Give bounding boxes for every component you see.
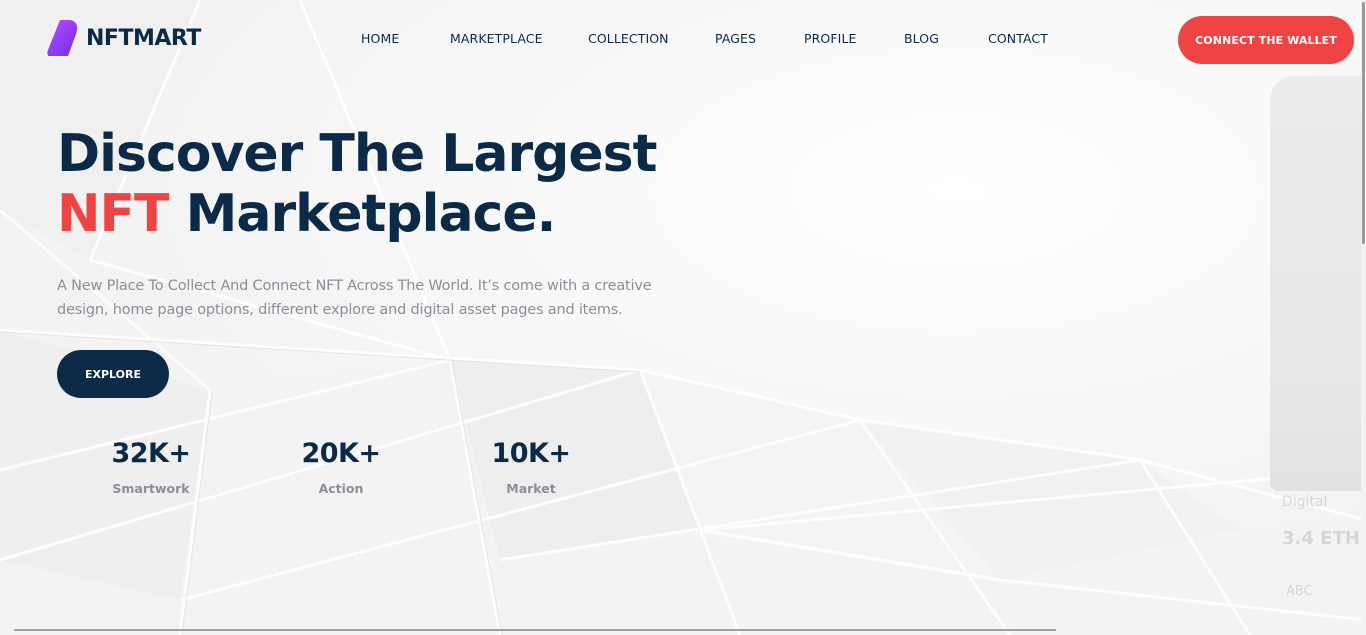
nav-item-blog[interactable]: BLOG: [904, 31, 939, 46]
nav-item-home[interactable]: HOME: [361, 31, 399, 46]
hero-title-rest: Marketplace.: [168, 184, 557, 244]
main-nav: HOME MARKETPLACE COLLECTION PAGES PROFIL…: [0, 31, 1366, 51]
card-code: ABC: [1286, 584, 1313, 599]
nav-item-pages[interactable]: PAGES: [715, 31, 756, 46]
hero-description: A New Place To Collect And Connect NFT A…: [57, 278, 652, 318]
stat-action: 20K+ Action: [266, 438, 416, 496]
nft-card-preview[interactable]: [1270, 76, 1366, 491]
stat-smartwork: 32K+ Smartwork: [76, 438, 226, 496]
stat-market: 10K+ Market: [456, 438, 606, 496]
stat-value: 32K+: [111, 438, 191, 469]
stat-value: 10K+: [491, 438, 571, 469]
nav-item-profile[interactable]: PROFILE: [804, 31, 857, 46]
stat-label: Smartwork: [112, 481, 190, 496]
hero-title-accent: NFT: [57, 184, 170, 244]
stat-value: 20K+: [301, 438, 381, 469]
nav-item-collection[interactable]: COLLECTION: [588, 31, 669, 46]
card-price: 3.4 ETH: [1282, 528, 1360, 549]
nav-item-contact[interactable]: CONTACT: [988, 31, 1048, 46]
nav-item-marketplace[interactable]: MARKETPLACE: [450, 31, 543, 46]
hero-title: Discover The Largest NFT Marketplace.: [57, 124, 657, 244]
explore-button[interactable]: EXPLORE: [57, 350, 169, 398]
connect-wallet-button[interactable]: CONNECT THE WALLET: [1178, 16, 1354, 64]
hero-title-line1: Discover The Largest: [57, 124, 657, 184]
stat-label: Market: [506, 481, 556, 496]
section-divider: [14, 629, 1056, 631]
top-navigation-bar: NFTMART HOME MARKETPLACE COLLECTION PAGE…: [0, 0, 1366, 80]
card-category: Digital: [1282, 494, 1328, 510]
stat-label: Action: [318, 481, 364, 496]
scrollbar-thumb[interactable]: [1362, 2, 1365, 244]
